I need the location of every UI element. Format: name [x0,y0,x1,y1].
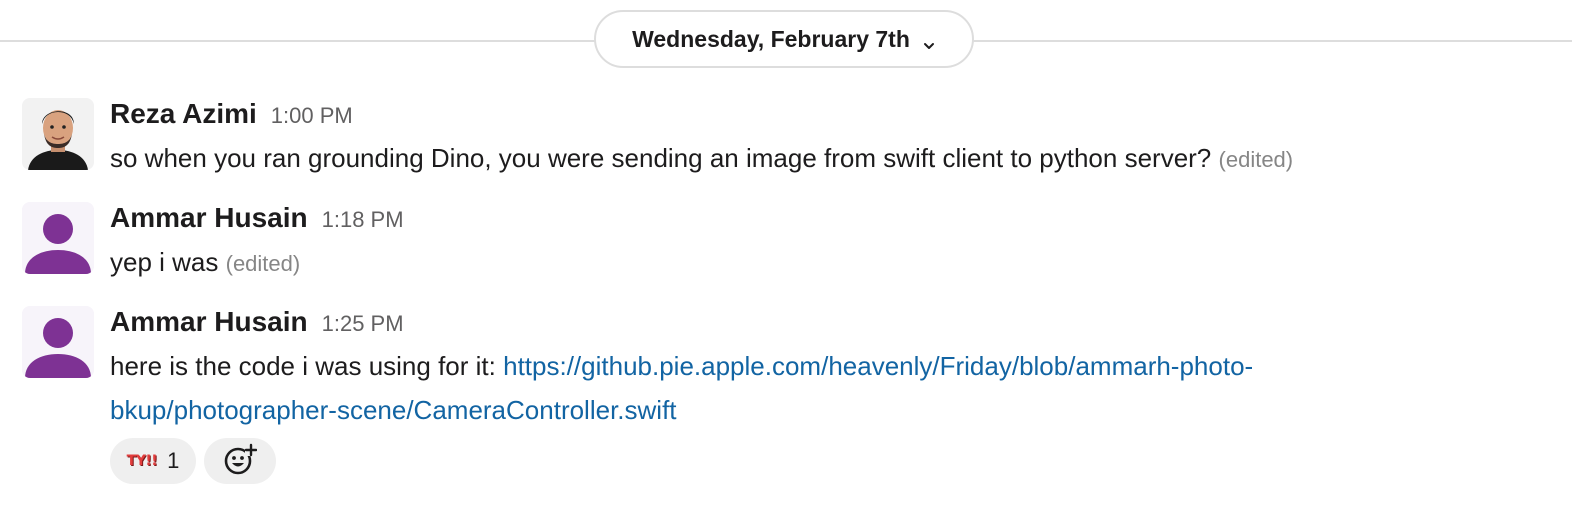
date-divider-button[interactable]: Wednesday, February 7th [594,10,974,68]
message-body: yep i was (edited) [110,240,1455,286]
message-text: here is the code i was using for it: [110,351,496,381]
message-header: Reza Azimi 1:00 PM [110,98,353,130]
sender-name[interactable]: Reza Azimi [110,98,257,130]
ty-emoji: TY!! [126,453,158,469]
add-reaction-icon [223,442,258,481]
sender-name[interactable]: Ammar Husain [110,202,308,234]
message-pane: Wednesday, February 7th Reza Azimi 1:00 … [0,0,1572,512]
message-timestamp[interactable]: 1:18 PM [322,207,404,233]
message-body: so when you ran grounding Dino, you were… [110,136,1455,182]
reaction-ty-button[interactable]: TY!! 1 [110,438,196,484]
edited-label: (edited) [1218,147,1294,172]
message-timestamp[interactable]: 1:25 PM [322,311,404,337]
message-header: Ammar Husain 1:25 PM [110,306,404,338]
message-text: yep i was [110,247,219,277]
chevron-down-icon [922,32,936,49]
message-timestamp[interactable]: 1:00 PM [271,103,353,129]
default-person-avatar[interactable] [22,202,94,274]
reaction-count: 1 [167,448,180,473]
edited-label: (edited) [225,251,301,276]
add-reaction-button[interactable] [204,438,276,484]
sender-name[interactable]: Ammar Husain [110,306,308,338]
reaction-bar: TY!! 1 [110,438,276,484]
date-divider-label: Wednesday, February 7th [632,25,910,52]
message-text: so when you ran grounding Dino, you were… [110,143,1212,173]
message-header: Ammar Husain 1:18 PM [110,202,404,234]
message-body: here is the code i was using for it: htt… [110,344,1455,432]
default-person-avatar[interactable] [22,306,94,378]
user-photo-avatar[interactable] [22,98,94,170]
